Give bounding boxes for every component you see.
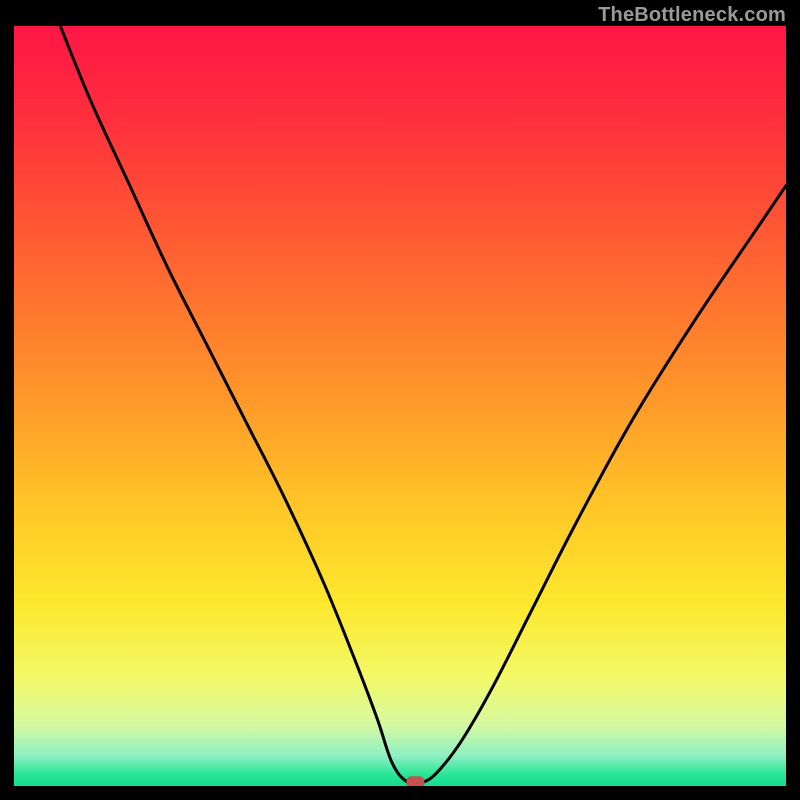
gradient-background	[14, 26, 786, 786]
optimal-marker	[406, 776, 424, 786]
chart-svg	[14, 26, 786, 786]
plot-area	[14, 26, 786, 786]
attribution-text: TheBottleneck.com	[598, 4, 786, 27]
chart-frame: TheBottleneck.com	[0, 0, 800, 800]
